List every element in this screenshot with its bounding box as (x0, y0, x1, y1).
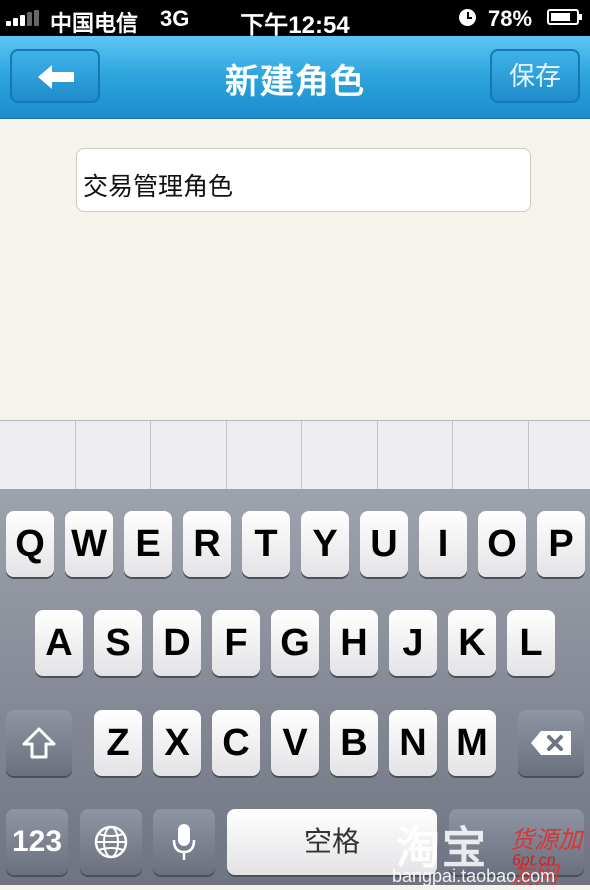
suggestion-cell[interactable] (453, 421, 529, 489)
onscreen-keyboard: Q W E R T Y U I O P A S D F G H J K L Z … (0, 489, 590, 885)
key-a[interactable]: A (35, 610, 83, 676)
keyboard-suggestion-bar (0, 420, 590, 490)
suggestion-cell[interactable] (151, 421, 227, 489)
language-key[interactable] (80, 809, 142, 875)
battery-icon (547, 9, 582, 25)
space-key[interactable]: 空格 (227, 809, 437, 875)
key-y[interactable]: Y (301, 511, 349, 577)
key-b[interactable]: B (330, 710, 378, 776)
key-o[interactable]: O (478, 511, 526, 577)
key-i[interactable]: I (419, 511, 467, 577)
suggestion-cell[interactable] (0, 421, 76, 489)
battery-percent: 78% (488, 6, 533, 31)
key-v[interactable]: V (271, 710, 319, 776)
globe-icon (94, 825, 128, 859)
role-name-input[interactable]: 交易管理角色 (76, 148, 531, 212)
numbers-key[interactable]: 123 (6, 809, 68, 875)
save-button[interactable]: 保存 (490, 49, 580, 103)
shift-icon (22, 727, 56, 759)
key-p[interactable]: P (537, 511, 585, 577)
key-q[interactable]: Q (6, 511, 54, 577)
alarm-clock-icon (459, 9, 476, 26)
suggestion-cell[interactable] (529, 421, 590, 489)
microphone-icon (172, 824, 196, 860)
backspace-key[interactable] (518, 710, 584, 776)
key-g[interactable]: G (271, 610, 319, 676)
key-n[interactable]: N (389, 710, 437, 776)
suggestion-cell[interactable] (302, 421, 378, 489)
key-w[interactable]: W (65, 511, 113, 577)
shift-key[interactable] (6, 710, 72, 776)
return-key[interactable] (449, 809, 584, 875)
key-r[interactable]: R (183, 511, 231, 577)
suggestion-cell[interactable] (378, 421, 453, 489)
suggestion-cell[interactable] (76, 421, 151, 489)
dictation-key[interactable] (153, 809, 215, 875)
key-k[interactable]: K (448, 610, 496, 676)
key-m[interactable]: M (448, 710, 496, 776)
key-h[interactable]: H (330, 610, 378, 676)
navigation-bar: 新建角色 保存 (0, 36, 590, 119)
key-f[interactable]: F (212, 610, 260, 676)
suggestion-cell[interactable] (227, 421, 302, 489)
key-z[interactable]: Z (94, 710, 142, 776)
key-l[interactable]: L (507, 610, 555, 676)
key-s[interactable]: S (94, 610, 142, 676)
key-x[interactable]: X (153, 710, 201, 776)
status-bar: 中国电信 3G 下午12:54 78% (0, 0, 590, 39)
key-e[interactable]: E (124, 511, 172, 577)
key-c[interactable]: C (212, 710, 260, 776)
key-j[interactable]: J (389, 610, 437, 676)
key-u[interactable]: U (360, 511, 408, 577)
key-t[interactable]: T (242, 511, 290, 577)
key-d[interactable]: D (153, 610, 201, 676)
backspace-icon (531, 731, 571, 755)
